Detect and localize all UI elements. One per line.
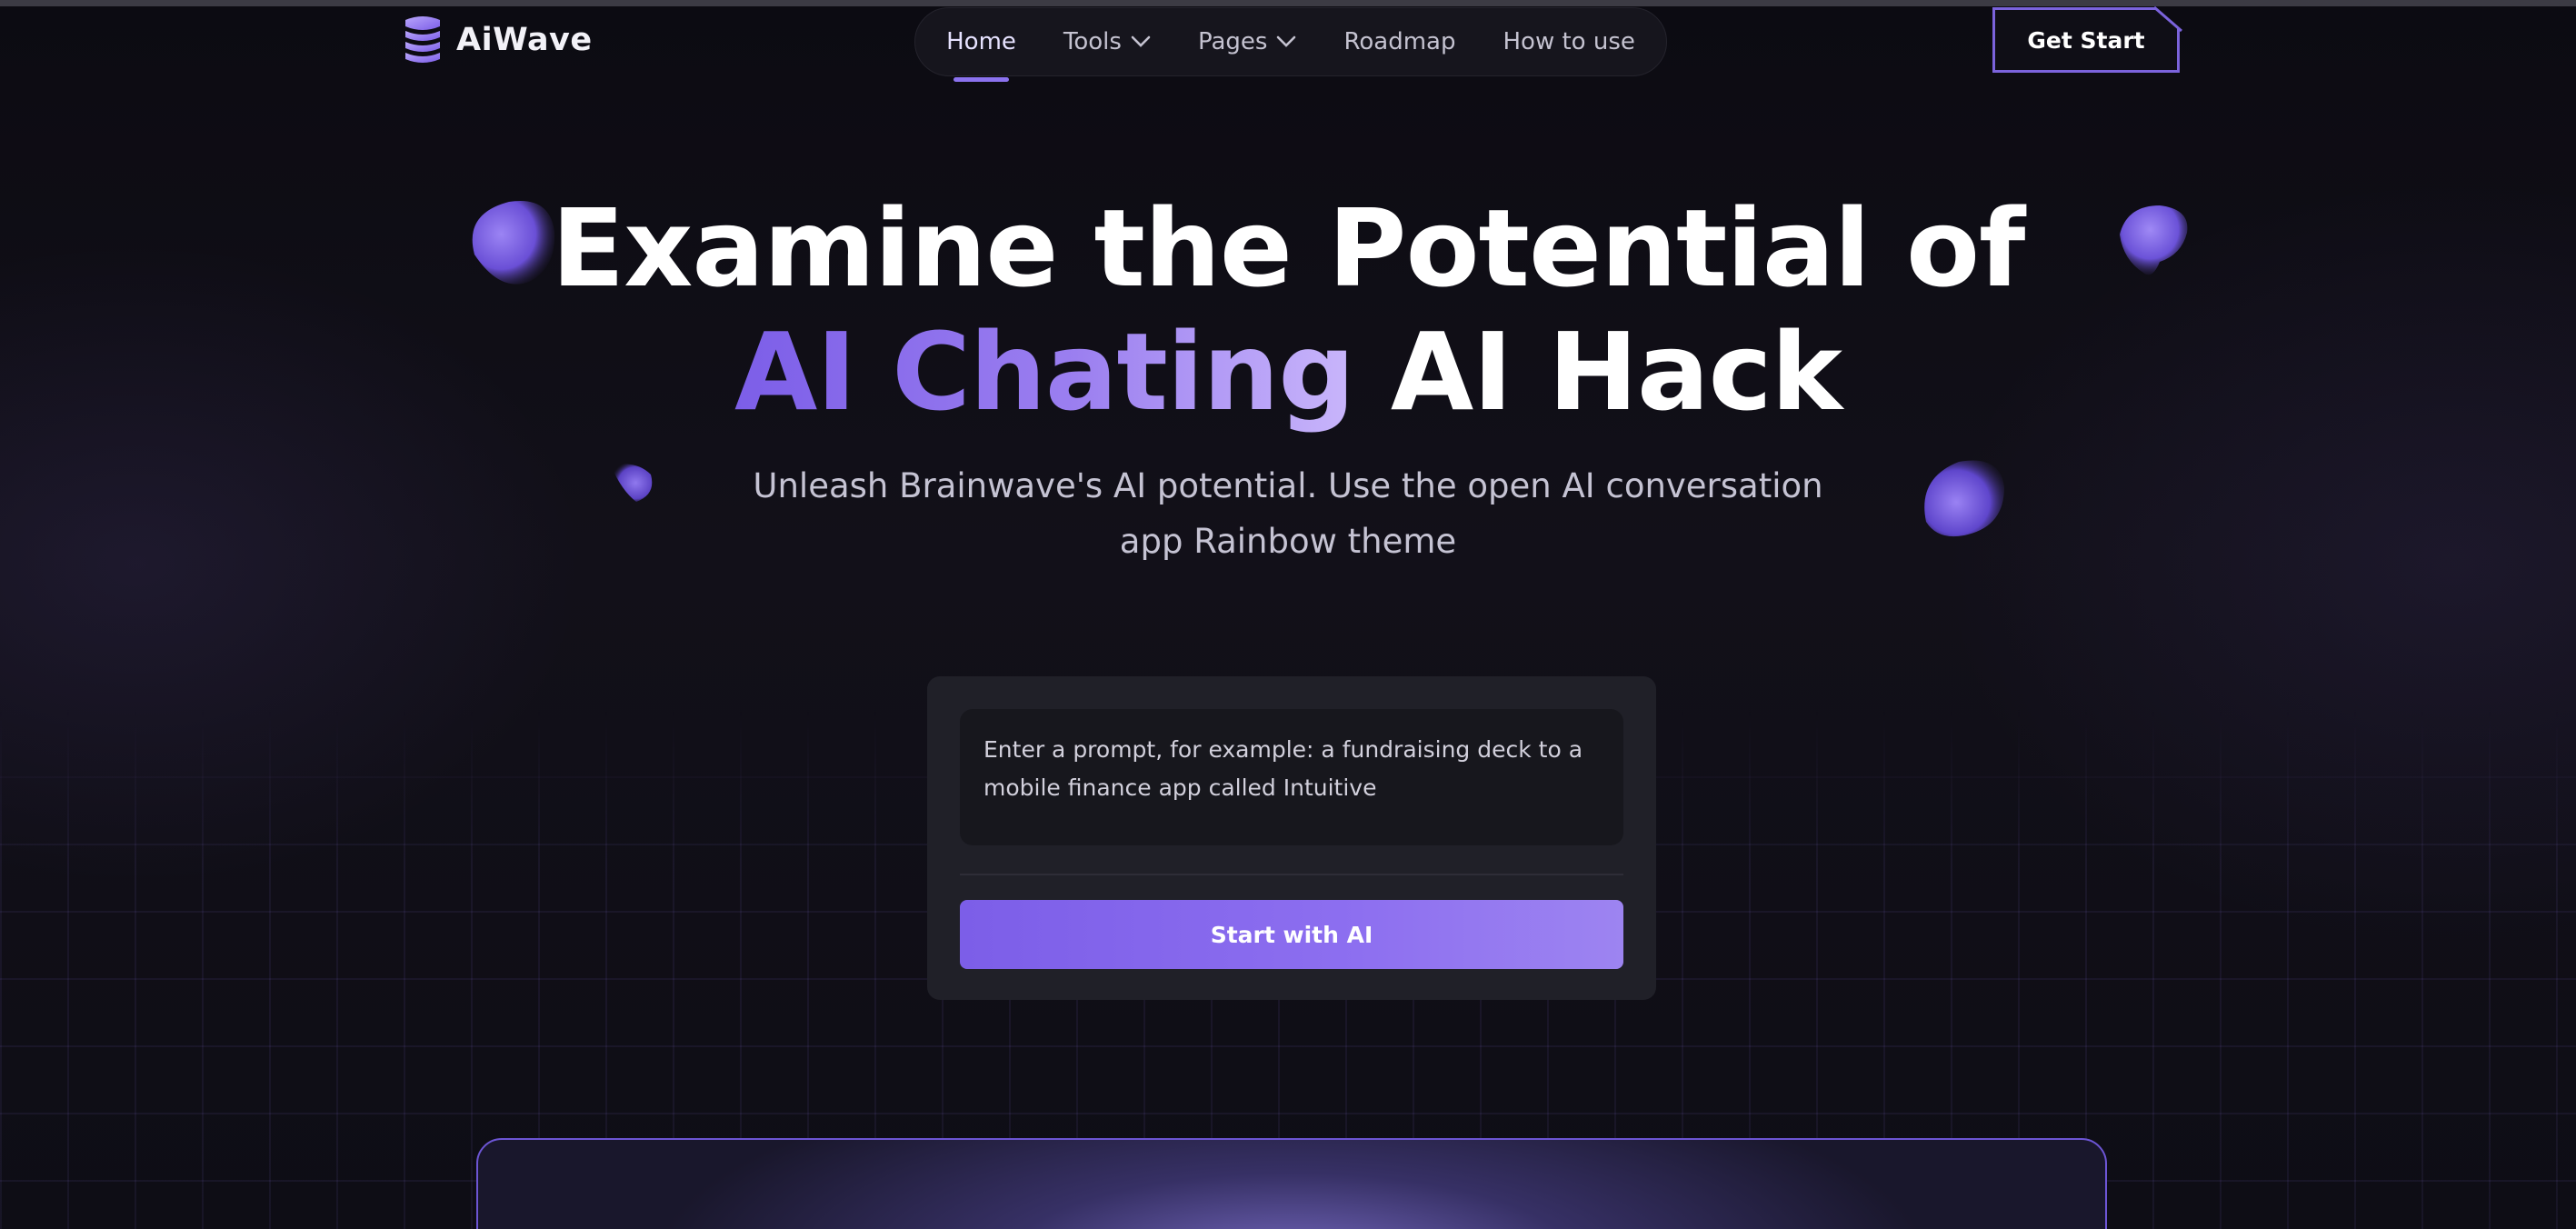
nav-item-label: Roadmap (1343, 28, 1456, 55)
nav-item-label: Pages (1197, 28, 1268, 55)
prompt-card: Enter a prompt, for example: a fundraisi… (927, 676, 1656, 1000)
nav-item-label: Tools (1063, 28, 1122, 55)
preview-panel (476, 1138, 2107, 1229)
hero-title-line-2: AI Chating AI Hack (0, 313, 2576, 431)
prompt-input[interactable]: Enter a prompt, for example: a fundraisi… (960, 709, 1623, 845)
hero-subtitle: Unleash Brainwave's AI potential. Use th… (753, 466, 1823, 561)
hero-title-rest: AI Hack (1390, 309, 1842, 435)
button-corner-accent (2154, 5, 2182, 33)
nav-item-label: How to use (1503, 28, 1635, 55)
get-start-button[interactable]: Get Start (1992, 7, 2180, 73)
decorative-blob-shape (1924, 460, 2004, 537)
chevron-down-icon (1131, 35, 1151, 47)
nav-item-roadmap[interactable]: Roadmap (1343, 28, 1455, 55)
divider (960, 874, 1623, 875)
nav-item-home[interactable]: Home (946, 28, 1016, 82)
main-nav: Home Tools Pages Roadmap How to use (914, 7, 1667, 82)
hero-title-line-1: Examine the Potential of (551, 185, 2026, 311)
nav-item-how-to-use[interactable]: How to use (1503, 28, 1634, 55)
brand-name: AiWave (456, 22, 593, 58)
stacked-layers-icon (405, 16, 440, 63)
start-with-ai-button[interactable]: Start with AI (960, 900, 1623, 969)
decorative-blob-shape (611, 464, 653, 502)
nav-item-tools[interactable]: Tools (1063, 28, 1151, 55)
nav-item-label: Home (946, 28, 1016, 55)
hero-highlight: AI Chating (734, 309, 1355, 435)
brand-logo[interactable]: AiWave (400, 15, 593, 65)
nav-item-pages[interactable]: Pages (1198, 28, 1297, 55)
landing-page: AiWave Home Tools Pages Roadmap How to u… (0, 0, 2576, 1229)
browser-top-border (0, 0, 2576, 6)
chevron-down-icon (1277, 35, 1296, 47)
get-start-label: Get Start (2027, 26, 2145, 54)
start-with-ai-label: Start with AI (1210, 921, 1373, 948)
